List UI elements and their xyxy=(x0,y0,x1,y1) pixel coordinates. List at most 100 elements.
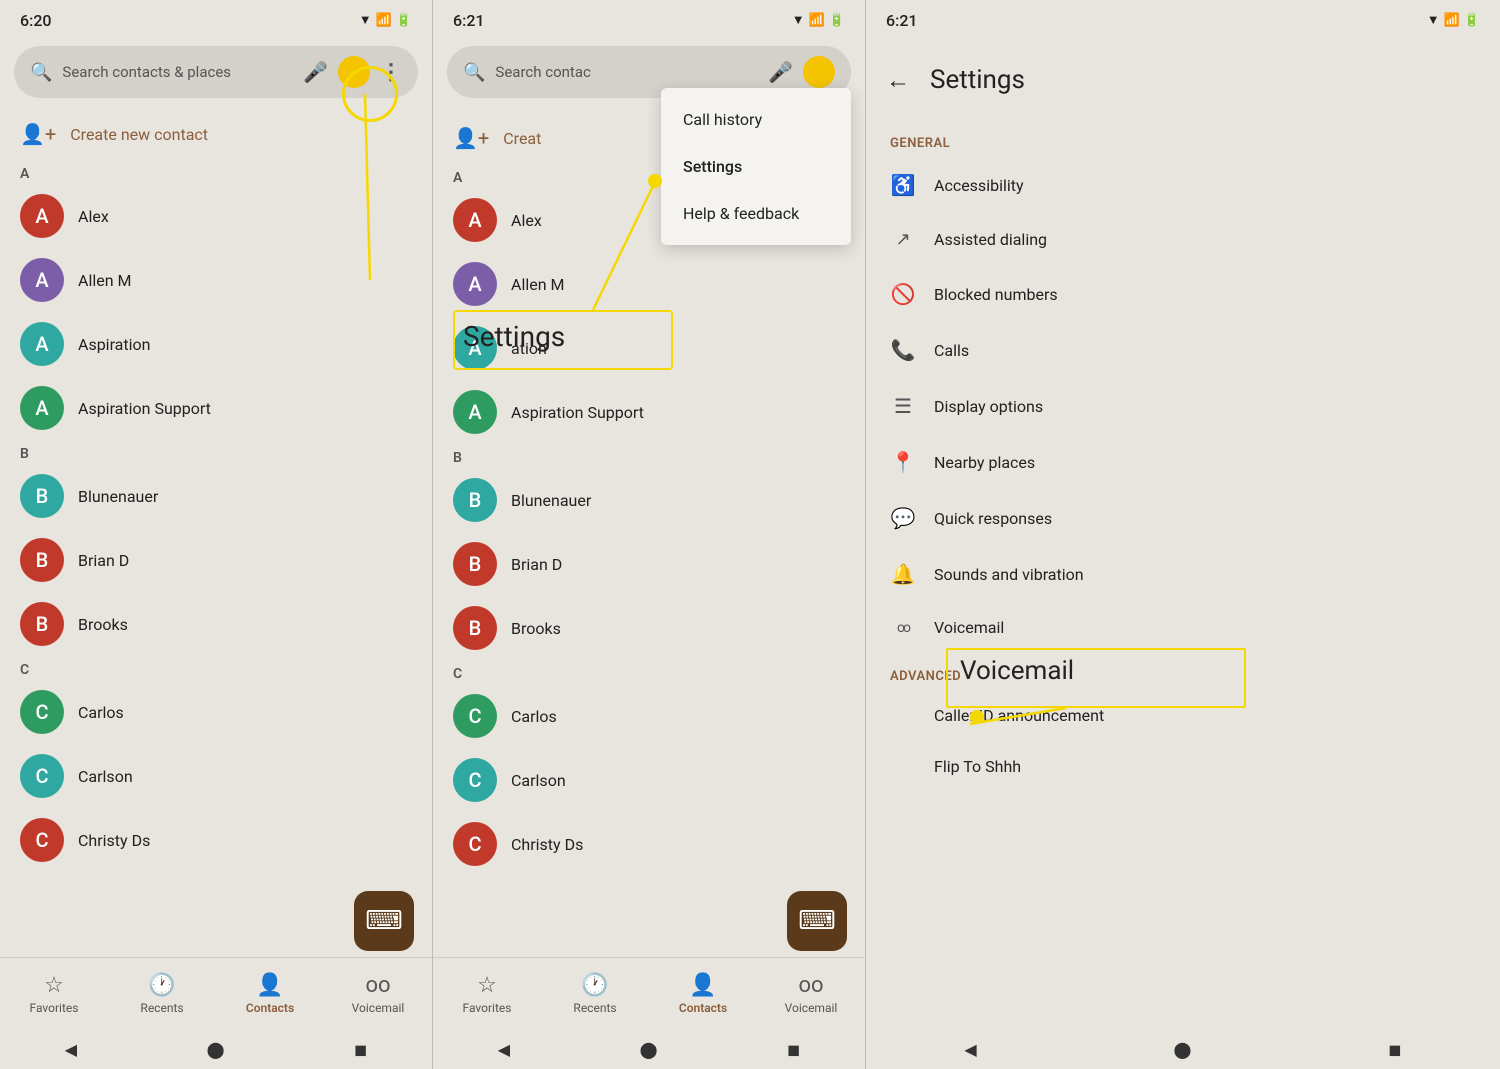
nav-voicemail-2[interactable]: oo Voicemail xyxy=(757,973,865,1015)
contact-name-aspiration: Aspiration xyxy=(78,335,150,354)
sounds-vibration-label: Sounds and vibration xyxy=(934,565,1084,584)
settings-blocked-numbers[interactable]: 🚫 Blocked numbers xyxy=(866,266,1500,322)
accessibility-label: Accessibility xyxy=(934,176,1024,195)
contact-name-brooks: Brooks xyxy=(78,615,128,634)
wifi-icon-3: ▼ xyxy=(1427,12,1440,28)
avatar-allen-2: A xyxy=(453,262,497,306)
settings-header: ← Settings xyxy=(866,40,1500,120)
contact-christy[interactable]: C Christy Ds xyxy=(0,808,432,872)
nav-recents[interactable]: 🕐 Recents xyxy=(108,973,216,1015)
settings-caller-id[interactable]: Caller ID announcement xyxy=(866,690,1500,741)
settings-annotation-label: Settings xyxy=(463,320,565,353)
back-nav-icon-2[interactable]: ◀ xyxy=(498,1040,510,1059)
avatar-carlson: C xyxy=(20,754,64,798)
nav-favorites[interactable]: ☆ Favorites xyxy=(0,973,108,1015)
contact-carlos[interactable]: C Carlos xyxy=(0,680,432,744)
contact-allen[interactable]: A Allen M xyxy=(0,248,432,312)
signal-icon-2: 📶 xyxy=(809,13,825,28)
status-icons-1: ▼ 📶 🔋 xyxy=(359,12,412,28)
create-contact-btn[interactable]: 👤+ Create new contact xyxy=(0,108,432,160)
home-nav-icon-2[interactable]: ⬤ xyxy=(640,1040,658,1059)
calls-icon: 📞 xyxy=(890,338,916,362)
user-avatar[interactable] xyxy=(338,56,370,88)
home-nav-icon[interactable]: ⬤ xyxy=(207,1040,225,1059)
status-bar-3: 6:21 ▼ 📶 🔋 xyxy=(866,0,1500,40)
settings-accessibility[interactable]: ♿ Accessibility xyxy=(866,157,1500,213)
more-menu-icon[interactable]: ⋮ xyxy=(380,60,402,85)
nav-voicemail[interactable]: oo Voicemail xyxy=(324,973,432,1015)
contacts-list-1: 👤+ Create new contact A A Alex A Allen M… xyxy=(0,108,432,957)
contact-name-aspiration-support: Aspiration Support xyxy=(78,399,211,418)
voicemail-settings-label: Voicemail xyxy=(934,618,1004,637)
contact-aspiration[interactable]: A Aspiration xyxy=(0,312,432,376)
back-nav-icon-3[interactable]: ◀ xyxy=(964,1040,976,1059)
settings-flip-to-shhh[interactable]: Flip To Shhh xyxy=(866,741,1500,792)
contact-aspiration-support[interactable]: A Aspiration Support xyxy=(0,376,432,440)
dropdown-help[interactable]: Help & feedback xyxy=(661,190,851,237)
settings-nearby-places[interactable]: 📍 Nearby places xyxy=(866,434,1500,490)
recents-icon-2: 🕐 xyxy=(581,973,608,998)
user-avatar-2[interactable] xyxy=(803,56,835,88)
keypad-button-2[interactable]: ⌨ xyxy=(787,891,847,951)
contact-blunenauer[interactable]: B Blunenauer xyxy=(0,464,432,528)
contact-brooks[interactable]: B Brooks xyxy=(0,592,432,656)
dropdown-call-history[interactable]: Call history xyxy=(661,96,851,143)
back-arrow-icon[interactable]: ← xyxy=(886,66,910,95)
settings-quick-responses[interactable]: 💬 Quick responses xyxy=(866,490,1500,546)
caller-id-label: Caller ID announcement xyxy=(934,706,1104,725)
contact-carlson-2[interactable]: C Carlson xyxy=(433,748,865,812)
add-person-icon-2: 👤+ xyxy=(453,126,489,150)
settings-voicemail[interactable]: oo Voicemail xyxy=(866,602,1500,653)
settings-display-options[interactable]: ☰ Display options xyxy=(866,378,1500,434)
contact-allen-2[interactable]: A Allen M xyxy=(433,252,865,316)
contact-brian-2[interactable]: B Brian D xyxy=(433,532,865,596)
advanced-section-label: ADVANCED xyxy=(866,653,1500,690)
back-nav-icon[interactable]: ◀ xyxy=(65,1040,77,1059)
contact-aspiration-support-2[interactable]: A Aspiration Support xyxy=(433,380,865,444)
recents-nav-icon-2[interactable]: ◼ xyxy=(787,1040,800,1059)
avatar-blunenauer: B xyxy=(20,474,64,518)
nav-recents-2[interactable]: 🕐 Recents xyxy=(541,973,649,1015)
contact-carlos-2[interactable]: C Carlos xyxy=(433,684,865,748)
recents-nav-icon-3[interactable]: ◼ xyxy=(1388,1040,1401,1059)
mic-icon-2[interactable]: 🎤 xyxy=(768,60,793,84)
quick-responses-icon: 💬 xyxy=(890,506,916,530)
sys-nav-3: ◀ ⬤ ◼ xyxy=(866,1029,1500,1069)
contact-blunenauer-2[interactable]: B Blunenauer xyxy=(433,468,865,532)
settings-yellow-dot xyxy=(648,174,662,188)
search-bar-1[interactable]: 🔍 Search contacts & places 🎤 ⋮ xyxy=(14,46,418,98)
contact-name-allen-2: Allen M xyxy=(511,275,564,294)
nearby-places-icon: 📍 xyxy=(890,450,916,474)
mic-icon[interactable]: 🎤 xyxy=(303,60,328,84)
nav-favorites-2[interactable]: ☆ Favorites xyxy=(433,973,541,1015)
settings-calls[interactable]: 📞 Calls xyxy=(866,322,1500,378)
settings-assisted-dialing[interactable]: ↗ Assisted dialing xyxy=(866,213,1500,266)
recents-nav-icon[interactable]: ◼ xyxy=(354,1040,367,1059)
voicemail-yellow-dot xyxy=(970,710,984,724)
contact-carlson[interactable]: C Carlson xyxy=(0,744,432,808)
avatar-brooks: B xyxy=(20,602,64,646)
home-nav-icon-3[interactable]: ⬤ xyxy=(1174,1040,1192,1059)
avatar-christy: C xyxy=(20,818,64,862)
recents-icon: 🕐 xyxy=(148,973,175,998)
avatar-alex: A xyxy=(20,194,64,238)
panel-2: 6:21 ▼ 📶 🔋 🔍 Search contac 🎤 Call histor… xyxy=(433,0,866,1069)
dropdown-settings[interactable]: Settings xyxy=(661,143,851,190)
section-c-2: C xyxy=(433,660,865,684)
battery-icon-3: 🔋 xyxy=(1464,13,1480,28)
contact-name-carlos-2: Carlos xyxy=(511,707,557,726)
search-icon-2: 🔍 xyxy=(463,62,485,83)
keypad-button[interactable]: ⌨ xyxy=(354,891,414,951)
avatar-alex-2: A xyxy=(453,198,497,242)
nav-contacts-2[interactable]: 👤 Contacts xyxy=(649,973,757,1015)
avatar-aspiration: A xyxy=(20,322,64,366)
contact-christy-2[interactable]: C Christy Ds xyxy=(433,812,865,876)
voicemail-label-2: Voicemail xyxy=(785,1001,838,1015)
contact-brian[interactable]: B Brian D xyxy=(0,528,432,592)
nav-contacts[interactable]: 👤 Contacts xyxy=(216,973,324,1015)
contact-brooks-2[interactable]: B Brooks xyxy=(433,596,865,660)
contacts-icon-2: 👤 xyxy=(689,973,716,998)
accessibility-icon: ♿ xyxy=(890,173,916,197)
contact-alex[interactable]: A Alex xyxy=(0,184,432,248)
settings-sounds-vibration[interactable]: 🔔 Sounds and vibration xyxy=(866,546,1500,602)
